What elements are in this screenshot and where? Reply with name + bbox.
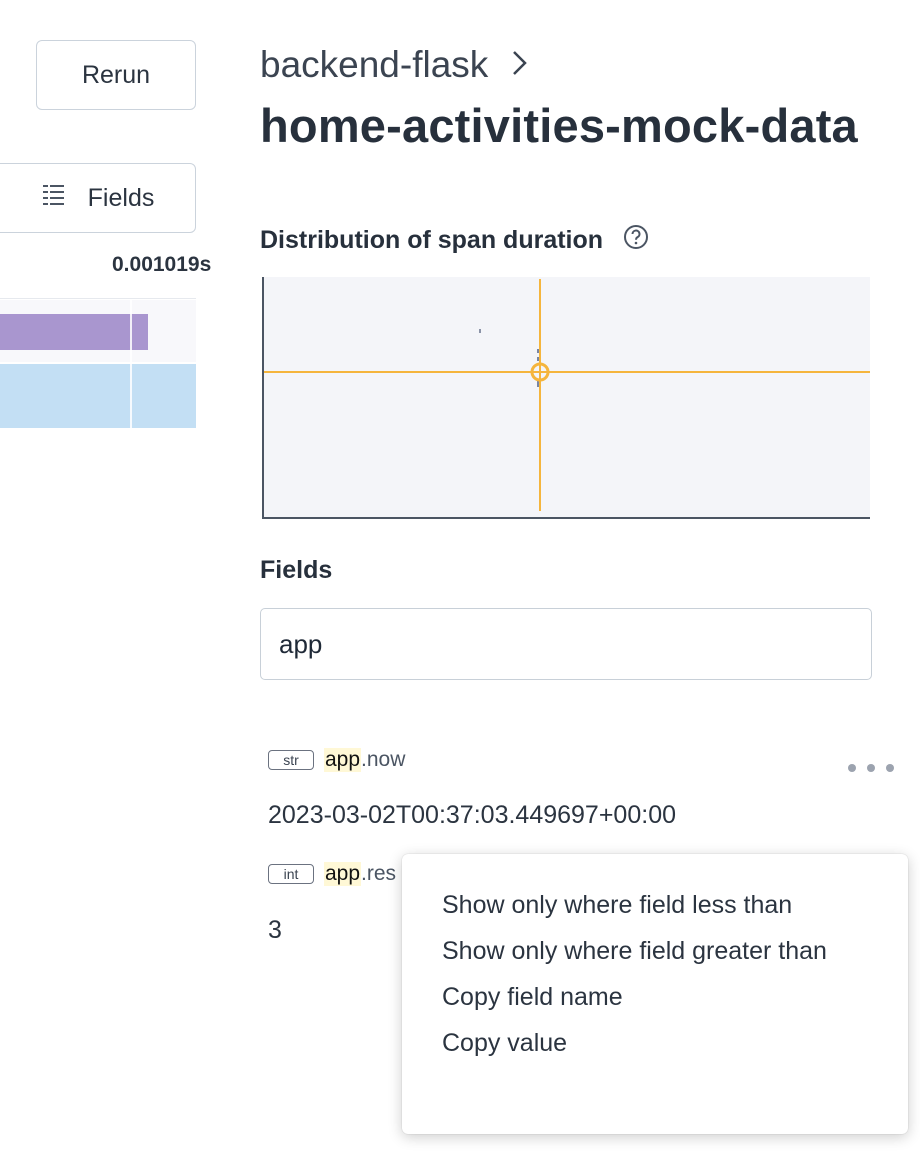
help-icon[interactable] [623, 224, 649, 257]
span-duration-label: 0.001019s [112, 253, 212, 276]
field-name-row: int app .res [268, 862, 396, 886]
field-name-match: app [324, 748, 362, 772]
heatmap-cell [537, 349, 539, 353]
heatmap-cell [479, 329, 481, 333]
more-options-icon[interactable] [848, 756, 894, 780]
span-duration-heatmap[interactable] [262, 277, 870, 519]
heatmap-canvas [264, 279, 870, 511]
field-name-row: str app .now [268, 748, 405, 772]
trace-divider [0, 298, 196, 299]
fields-heading: Fields [260, 556, 333, 584]
trace-span-bar[interactable] [0, 314, 148, 350]
breadcrumb: backend-flask [260, 44, 528, 86]
trace-time-marker [130, 300, 132, 428]
list-icon [42, 183, 66, 214]
menu-item-copy-value[interactable]: Copy value [402, 1014, 908, 1072]
field-value: 3 [268, 916, 282, 944]
distribution-heading: Distribution of span duration [260, 224, 649, 257]
page-title: home-activities-mock-data [260, 99, 858, 152]
trace-row-selected[interactable] [0, 364, 196, 428]
field-context-menu: Show only where field less than Show onl… [402, 854, 908, 1134]
fields-button[interactable]: Fields [0, 163, 196, 233]
heatmap-cell [537, 381, 539, 387]
fields-button-label: Fields [87, 183, 155, 212]
rerun-button[interactable]: Rerun [36, 40, 196, 110]
distribution-label: Distribution of span duration [260, 226, 604, 254]
field-name-rest: .now [361, 748, 406, 771]
field-value: 2023-03-02T00:37:03.449697+00:00 [268, 801, 676, 829]
field-name-match: app [324, 862, 362, 886]
type-badge: int [268, 864, 314, 884]
field-name-rest: .res [361, 862, 397, 885]
breadcrumb-service[interactable]: backend-flask [260, 44, 488, 86]
chevron-right-icon [510, 44, 528, 86]
heatmap-cell [537, 357, 539, 361]
rerun-label: Rerun [81, 60, 151, 89]
type-badge: str [268, 750, 314, 770]
fields-search-input[interactable] [260, 608, 872, 680]
